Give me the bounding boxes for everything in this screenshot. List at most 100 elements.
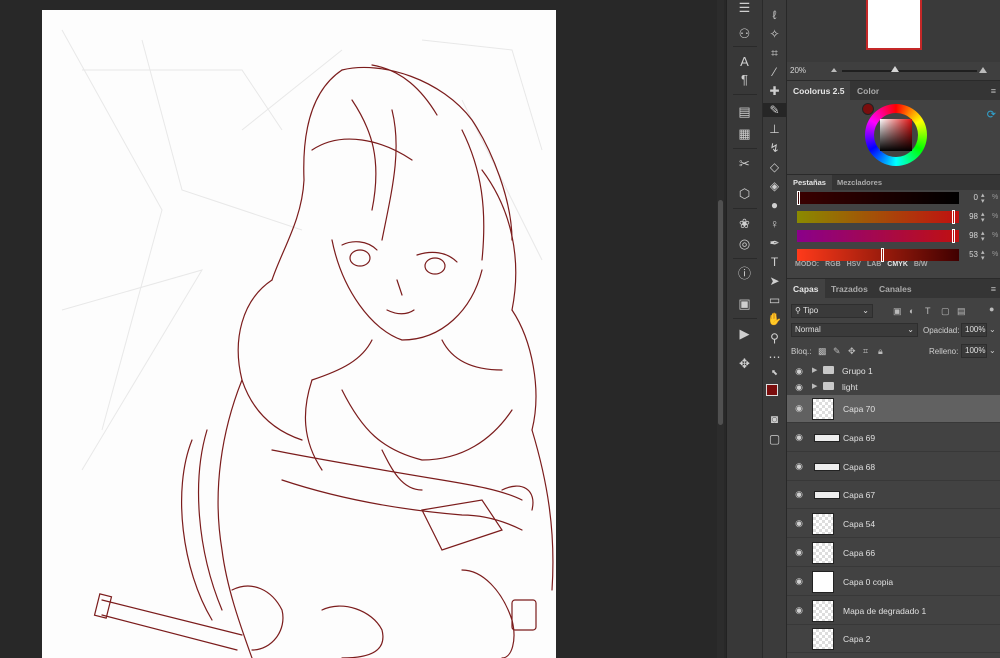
opacity-field[interactable]: 100% bbox=[961, 323, 987, 337]
slider-knob[interactable] bbox=[797, 191, 800, 205]
slider-knob[interactable] bbox=[952, 210, 955, 224]
paragraph-icon[interactable]: ¶ bbox=[727, 72, 762, 88]
zoom-slider-track[interactable] bbox=[842, 70, 977, 72]
eyedropper-tool-icon[interactable]: ⁄ bbox=[763, 65, 786, 79]
dodge-tool-icon[interactable]: ♀ bbox=[763, 217, 786, 231]
visibility-eye-icon[interactable]: ◉ bbox=[793, 518, 805, 529]
stepper-icon[interactable]: ▴ ▾ bbox=[981, 192, 985, 205]
slider-value-cyan[interactable]: 0 bbox=[962, 192, 978, 204]
path-selection-tool-icon[interactable]: ➤ bbox=[763, 274, 786, 288]
tab-color[interactable]: Color bbox=[851, 81, 885, 101]
eraser-tool-icon[interactable]: ◇ bbox=[763, 160, 786, 174]
brush-tool-icon[interactable]: ✎ bbox=[763, 103, 786, 117]
color-slider-magenta[interactable] bbox=[797, 210, 959, 224]
blend-mode-select[interactable]: Normal ⌄ bbox=[791, 323, 918, 337]
blur-tool-icon[interactable]: ● bbox=[763, 198, 786, 212]
foreground-color-swatch[interactable] bbox=[766, 384, 778, 396]
history-icon[interactable]: ▤ bbox=[727, 104, 762, 120]
chevron-down-icon[interactable]: ⌄ bbox=[989, 346, 996, 355]
mode-lab[interactable]: LAB bbox=[867, 261, 881, 268]
zoom-level[interactable]: 20% bbox=[790, 66, 806, 75]
stepper-icon[interactable]: ▴ ▾ bbox=[981, 211, 985, 224]
filter-shape-icon[interactable]: ▢ bbox=[941, 306, 950, 317]
layer-row[interactable]: ◉ Capa 68 bbox=[787, 453, 1000, 481]
properties-icon[interactable]: ☰ bbox=[727, 0, 762, 16]
lock-position-icon[interactable]: ✥ bbox=[848, 346, 856, 357]
adjustments-icon[interactable]: ▣ bbox=[727, 296, 762, 312]
3d-icon[interactable]: ⬡ bbox=[727, 186, 762, 202]
zoom-tool-icon[interactable]: ⚲ bbox=[763, 331, 786, 345]
clone-source-icon[interactable]: ◎ bbox=[727, 236, 762, 252]
layer-filter-select[interactable]: ⚲ Tipo ⌄ bbox=[791, 304, 873, 318]
hand-tool-icon[interactable]: ✋ bbox=[763, 312, 786, 326]
visibility-eye-icon[interactable]: ◉ bbox=[793, 382, 805, 393]
history-brush-tool-icon[interactable]: ↯ bbox=[763, 141, 786, 155]
info-icon[interactable]: ⓘ bbox=[727, 266, 762, 282]
quick-select-tool-icon[interactable]: ✧ bbox=[763, 27, 786, 41]
quick-mask-icon[interactable]: ◙ bbox=[763, 412, 786, 426]
lock-transparency-icon[interactable]: ▩ bbox=[818, 346, 827, 357]
visibility-eye-icon[interactable]: ◉ bbox=[793, 605, 805, 616]
canvas-vertical-scrollbar[interactable] bbox=[717, 0, 724, 658]
mode-rgb[interactable]: RGB bbox=[825, 261, 841, 268]
visibility-eye-icon[interactable]: ◉ bbox=[793, 366, 805, 377]
stepper-icon[interactable]: ▴ ▾ bbox=[981, 230, 985, 243]
visibility-eye-icon[interactable]: ◉ bbox=[793, 489, 805, 500]
layers-menu-icon[interactable]: ≡ bbox=[991, 284, 996, 294]
layer-row[interactable]: ◉ Capa 67 bbox=[787, 481, 1000, 510]
filter-adjustment-icon[interactable]: ◐ bbox=[909, 306, 914, 316]
timeline-icon[interactable]: ✥ bbox=[727, 356, 762, 372]
rectangle-tool-icon[interactable]: ▭ bbox=[763, 293, 786, 307]
filter-type-icon[interactable]: T bbox=[925, 306, 931, 316]
tab-pestanas[interactable]: Pestañas bbox=[787, 175, 832, 191]
scrollbar-thumb[interactable] bbox=[718, 200, 723, 425]
actions-icon[interactable]: ▶ bbox=[727, 326, 762, 342]
pen-tool-icon[interactable]: ✒ bbox=[763, 236, 786, 250]
more-tools-icon[interactable]: ⋯ bbox=[763, 350, 786, 364]
visibility-eye-icon[interactable]: ◉ bbox=[793, 461, 805, 472]
expand-arrow-icon[interactable]: ▶ bbox=[812, 382, 817, 390]
tool-presets-icon[interactable]: ✂ bbox=[727, 156, 762, 172]
layer-group[interactable]: ◉ ▶ light bbox=[787, 379, 1000, 395]
panel-menu-icon[interactable]: ≡ bbox=[991, 86, 996, 96]
canvas-area[interactable] bbox=[0, 0, 715, 658]
filter-toggle-icon[interactable]: ● bbox=[989, 304, 994, 314]
expand-arrow-icon[interactable]: ▶ bbox=[812, 366, 817, 374]
color-slider-key[interactable] bbox=[797, 248, 959, 262]
zoom-in-icon[interactable] bbox=[979, 67, 987, 73]
tab-canales[interactable]: Canales bbox=[873, 279, 918, 299]
mode-cmyk[interactable]: CMYK bbox=[887, 261, 908, 268]
character-icon[interactable]: A bbox=[727, 54, 762, 70]
slider-knob[interactable] bbox=[881, 248, 884, 262]
layer-row[interactable]: ◉ Capa 70 bbox=[787, 395, 1000, 423]
tab-capas[interactable]: Capas bbox=[787, 279, 825, 299]
document-canvas[interactable] bbox=[42, 10, 556, 658]
tab-mezcladores[interactable]: Mezcladores bbox=[831, 175, 888, 191]
character-style-icon[interactable]: ⚇ bbox=[727, 26, 762, 42]
lock-all-icon[interactable]: 🔒︎ bbox=[878, 346, 883, 357]
tab-coolorus[interactable]: Coolorus 2.5 bbox=[787, 81, 851, 101]
current-color-swatch[interactable] bbox=[862, 103, 874, 115]
swap-colors-icon[interactable]: ⬉ bbox=[763, 366, 786, 380]
saturation-value-square[interactable] bbox=[880, 119, 912, 151]
slider-value-yellow[interactable]: 98 bbox=[962, 230, 978, 242]
visibility-eye-icon[interactable]: ◉ bbox=[793, 547, 805, 558]
filter-smart-object-icon[interactable]: ▤ bbox=[957, 306, 966, 317]
mode-hsv[interactable]: HSV bbox=[847, 261, 861, 268]
lock-artboard-icon[interactable]: ⌗ bbox=[863, 346, 868, 357]
visibility-eye-icon[interactable]: ◉ bbox=[793, 403, 805, 414]
chevron-down-icon[interactable]: ⌄ bbox=[989, 325, 996, 334]
zoom-slider-knob[interactable] bbox=[891, 66, 899, 72]
color-wheel[interactable] bbox=[865, 104, 927, 166]
type-tool-icon[interactable]: T bbox=[763, 255, 786, 269]
slider-knob[interactable] bbox=[952, 229, 955, 243]
screen-mode-icon[interactable]: ▢ bbox=[763, 432, 786, 446]
navigator-thumbnail[interactable] bbox=[866, 0, 922, 50]
color-slider-cyan[interactable] bbox=[797, 191, 959, 205]
tab-trazados[interactable]: Trazados bbox=[825, 279, 874, 299]
filter-pixel-icon[interactable]: ▣ bbox=[893, 306, 902, 317]
layer-row[interactable]: ◉ Capa 54 bbox=[787, 510, 1000, 539]
layer-row[interactable]: ◉ Mapa de degradado 1 bbox=[787, 597, 1000, 625]
stepper-icon[interactable]: ▴ ▾ bbox=[981, 249, 985, 262]
color-slider-yellow[interactable] bbox=[797, 229, 959, 243]
